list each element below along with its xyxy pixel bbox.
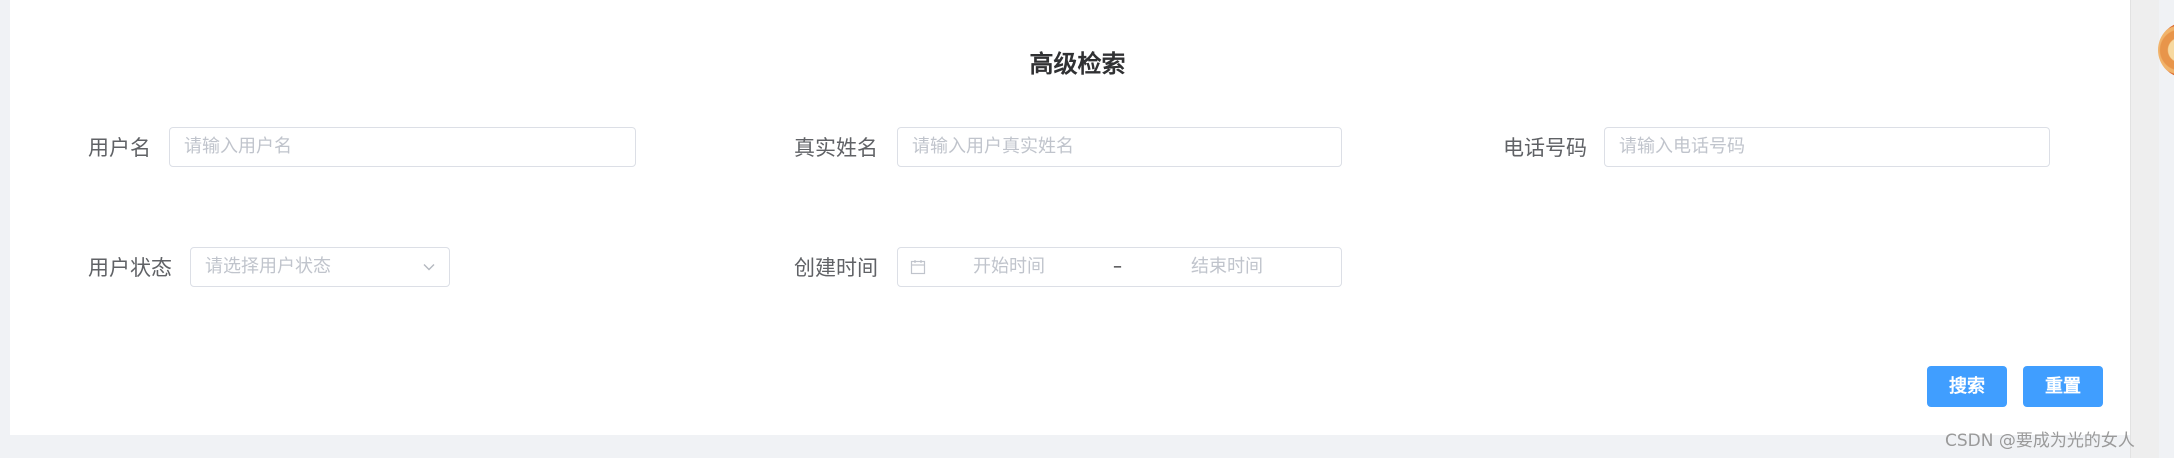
status-placeholder: 请选择用户状态 bbox=[205, 256, 331, 277]
phone-input[interactable]: 请输入电话号码 bbox=[1604, 127, 2050, 167]
form-title: 高级检索 bbox=[1029, 50, 1126, 78]
realname-placeholder: 请输入用户真实姓名 bbox=[912, 136, 1074, 157]
search-button[interactable]: 搜索 bbox=[1927, 366, 2007, 407]
avatar-edge-icon bbox=[2158, 16, 2174, 86]
bottom-edge-strip bbox=[0, 435, 2130, 458]
realname-label: 真实姓名 bbox=[794, 136, 878, 160]
chevron-down-icon bbox=[423, 264, 435, 271]
status-select[interactable]: 请选择用户状态 bbox=[190, 247, 450, 287]
username-input[interactable]: 请输入用户名 bbox=[169, 127, 636, 167]
watermark-text: CSDN @要成为光的女人 bbox=[1945, 431, 2135, 451]
created-label: 创建时间 bbox=[794, 256, 878, 280]
date-start-input[interactable]: 开始时间 bbox=[973, 248, 1045, 286]
advanced-search-panel: 高级检索 用户名 请输入用户名 真实姓名 请输入用户真实姓名 电话号码 请输入电… bbox=[10, 0, 2130, 435]
status-label: 用户状态 bbox=[88, 256, 172, 280]
calendar-icon bbox=[910, 260, 926, 275]
date-range-separator: – bbox=[1113, 256, 1122, 277]
phone-placeholder: 请输入电话号码 bbox=[1619, 136, 1745, 157]
page: 高级检索 用户名 请输入用户名 真实姓名 请输入用户真实姓名 电话号码 请输入电… bbox=[0, 0, 2174, 458]
username-label: 用户名 bbox=[88, 136, 151, 160]
date-end-input[interactable]: 结束时间 bbox=[1191, 248, 1263, 286]
reset-button[interactable]: 重置 bbox=[2023, 366, 2103, 407]
created-date-range[interactable]: 开始时间 – 结束时间 bbox=[897, 247, 1342, 287]
right-edge-strip bbox=[2130, 0, 2159, 458]
realname-input[interactable]: 请输入用户真实姓名 bbox=[897, 127, 1342, 167]
phone-label: 电话号码 bbox=[1503, 136, 1587, 160]
username-placeholder: 请输入用户名 bbox=[184, 136, 292, 157]
